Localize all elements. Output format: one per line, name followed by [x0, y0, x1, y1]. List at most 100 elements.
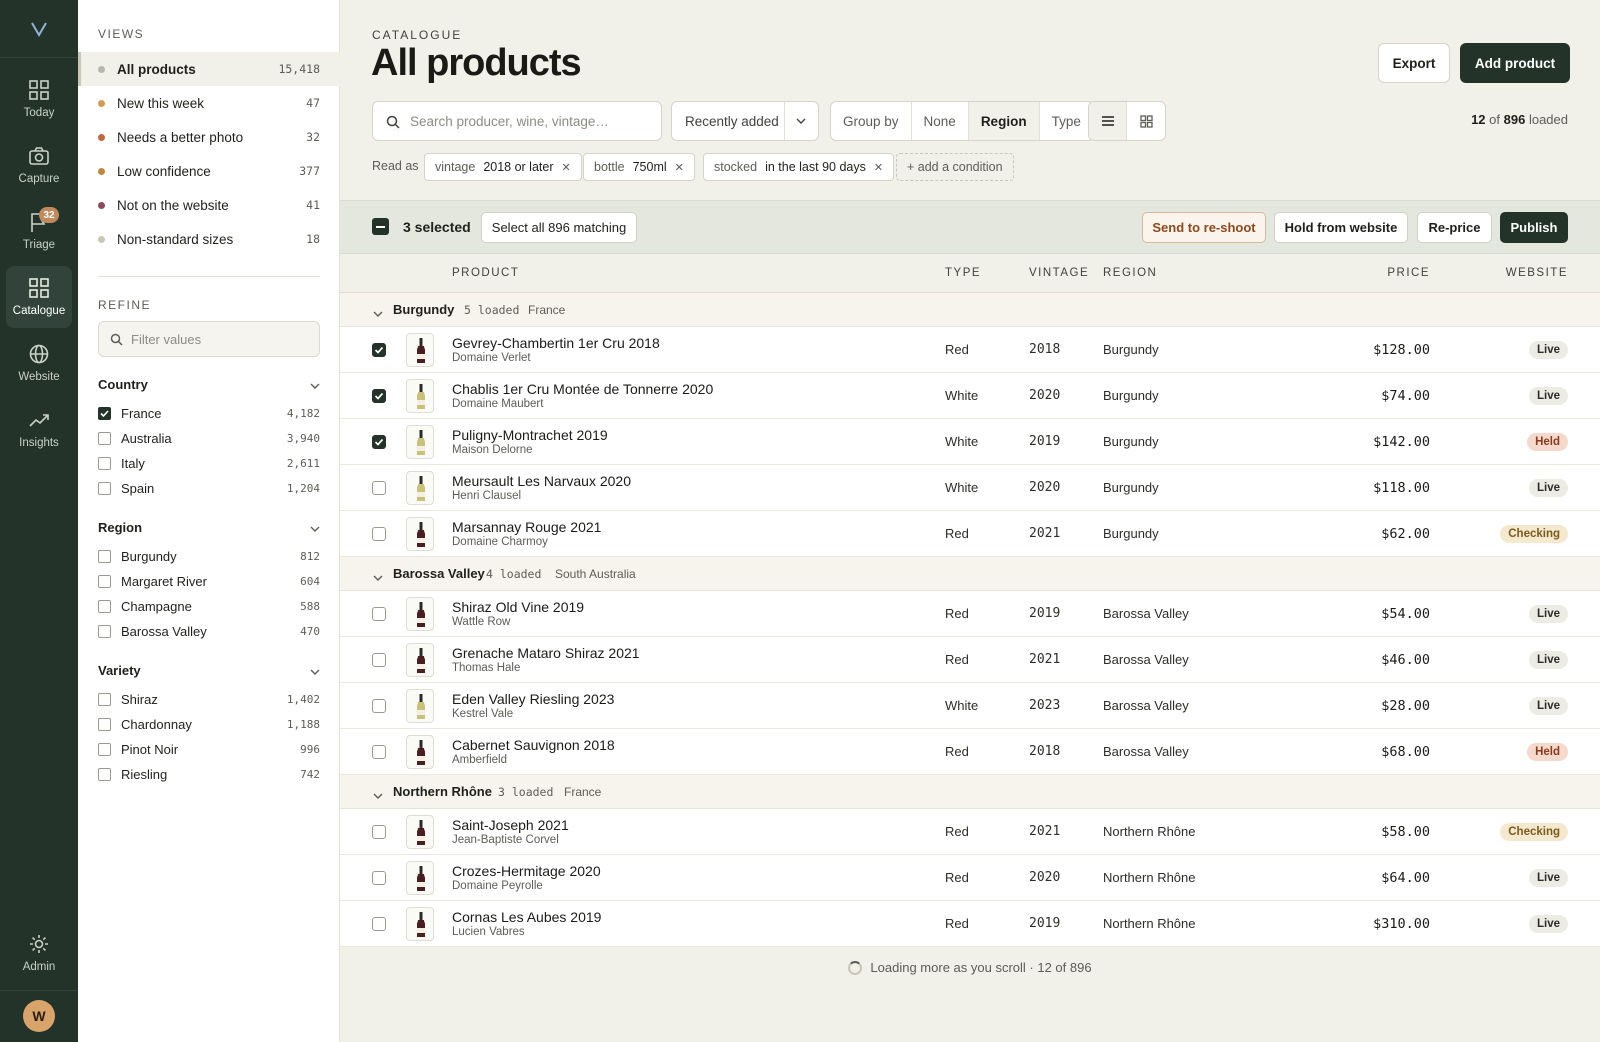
- facet-option-riesling[interactable]: Riesling 742: [98, 764, 320, 784]
- add-product-button[interactable]: Add product: [1460, 43, 1570, 83]
- table-row[interactable]: Meursault Les Narvaux 2020 Henri Clausel W…: [340, 465, 1600, 511]
- row-checkbox[interactable]: [372, 825, 386, 839]
- row-checkbox[interactable]: [372, 871, 386, 885]
- table-row[interactable]: Crozes-Hermitage 2020 Domaine Peyrolle Red…: [340, 855, 1600, 901]
- table-row[interactable]: Gevrey-Chambertin 1er Cru 2018 Domaine Ve…: [340, 327, 1600, 373]
- select-all-matching-button[interactable]: Select all 896 matching: [481, 212, 637, 243]
- chevron-down-icon[interactable]: [373, 787, 383, 802]
- close-icon[interactable]: ✕: [675, 161, 684, 174]
- facet-option-champagne[interactable]: Champagne 588: [98, 596, 320, 616]
- facet-country-header[interactable]: Country: [98, 377, 320, 392]
- row-checkbox[interactable]: [372, 653, 386, 667]
- product-name[interactable]: Chablis 1er Cru Montée de Tonnerre 2020: [452, 381, 713, 397]
- facet-option-italy[interactable]: Italy 2,611: [98, 453, 320, 473]
- checkbox[interactable]: [98, 456, 111, 470]
- view-not-on-website[interactable]: Not on the website 41: [78, 188, 340, 222]
- group-by-none[interactable]: None: [912, 102, 969, 140]
- row-checkbox[interactable]: [372, 481, 386, 495]
- group-header[interactable]: Barossa Valley 4 loaded South Australia: [340, 557, 1600, 591]
- facet-option-spain[interactable]: Spain 1,204: [98, 478, 320, 498]
- checkbox[interactable]: [98, 767, 111, 781]
- checkbox[interactable]: [98, 549, 111, 563]
- product-name[interactable]: Crozes-Hermitage 2020: [452, 863, 601, 879]
- nav-insights[interactable]: Insights: [6, 398, 72, 460]
- table-row[interactable]: Grenache Mataro Shiraz 2021 Thomas Hale Re…: [340, 637, 1600, 683]
- condition-chip-stocked[interactable]: stocked in the last 90 days ✕: [703, 153, 895, 181]
- select-all-checkbox[interactable]: [372, 218, 389, 235]
- facet-variety-header[interactable]: Variety: [98, 663, 320, 678]
- search-input[interactable]: Search producer, wine, vintage…: [372, 101, 662, 141]
- group-header[interactable]: Northern Rhône 3 loaded France: [340, 775, 1600, 809]
- product-name[interactable]: Cabernet Sauvignon 2018: [452, 737, 615, 753]
- row-checkbox[interactable]: [372, 917, 386, 931]
- sort-select[interactable]: Recently added: [671, 101, 819, 141]
- row-checkbox[interactable]: [372, 527, 386, 541]
- checkbox[interactable]: [98, 574, 111, 588]
- facet-option-shiraz[interactable]: Shiraz 1,402: [98, 689, 320, 709]
- checkbox[interactable]: [98, 717, 111, 731]
- checkbox[interactable]: [98, 599, 111, 613]
- table-row[interactable]: Eden Valley Riesling 2023 Kestrel Vale Whi…: [340, 683, 1600, 729]
- product-name[interactable]: Grenache Mataro Shiraz 2021: [452, 645, 640, 661]
- nav-today[interactable]: Today: [6, 68, 72, 130]
- view-low-confidence[interactable]: Low confidence 377: [78, 154, 340, 188]
- close-icon[interactable]: ✕: [562, 161, 571, 174]
- column-header-type[interactable]: TYPE: [945, 267, 981, 279]
- facet-option-australia[interactable]: Australia 3,940: [98, 428, 320, 448]
- list-view-icon[interactable]: [1089, 102, 1127, 140]
- facet-option-barossa-valley[interactable]: Barossa Valley 470: [98, 621, 320, 641]
- product-name[interactable]: Eden Valley Riesling 2023: [452, 691, 614, 707]
- product-name[interactable]: Saint-Joseph 2021: [452, 817, 569, 833]
- checkbox[interactable]: [98, 481, 111, 495]
- facet-option-france[interactable]: France 4,182: [98, 403, 320, 423]
- view-non-standard-sizes[interactable]: Non-standard sizes 18: [78, 222, 340, 256]
- column-header-website[interactable]: WEBSITE: [1506, 267, 1568, 279]
- view-new-this-week[interactable]: New this week 47: [78, 86, 340, 120]
- product-name[interactable]: Marsannay Rouge 2021: [452, 519, 601, 535]
- condition-chip-vintage[interactable]: vintage 2018 or later ✕: [424, 153, 582, 181]
- row-checkbox[interactable]: [372, 389, 386, 403]
- checkbox[interactable]: [98, 624, 111, 638]
- group-by-region[interactable]: Region: [968, 102, 1040, 140]
- product-name[interactable]: Meursault Les Narvaux 2020: [452, 473, 631, 489]
- checkbox[interactable]: [98, 742, 111, 756]
- row-checkbox[interactable]: [372, 343, 386, 357]
- table-row[interactable]: Marsannay Rouge 2021 Domaine Charmoy Red 20…: [340, 511, 1600, 557]
- table-row[interactable]: Cornas Les Aubes 2019 Lucien Vabres Red 201…: [340, 901, 1600, 947]
- nav-website[interactable]: Website: [6, 332, 72, 394]
- column-header-vintage[interactable]: VINTAGE: [1029, 267, 1089, 279]
- product-name[interactable]: Puligny-Montrachet 2019: [452, 427, 608, 443]
- row-checkbox[interactable]: [372, 745, 386, 759]
- reprice-button[interactable]: Re-price: [1417, 212, 1492, 243]
- app-logo[interactable]: [0, 0, 78, 58]
- condition-chip-bottle[interactable]: bottle 750ml ✕: [583, 153, 695, 181]
- table-row[interactable]: Cabernet Sauvignon 2018 Amberfield Red 2018…: [340, 729, 1600, 775]
- nav-admin[interactable]: Admin: [6, 922, 72, 984]
- column-header-region[interactable]: REGION: [1103, 267, 1157, 279]
- row-checkbox[interactable]: [372, 607, 386, 621]
- grid-view-icon[interactable]: [1127, 102, 1165, 140]
- facet-option-margaret-river[interactable]: Margaret River 604: [98, 571, 320, 591]
- table-row[interactable]: Puligny-Montrachet 2019 Maison Delorne Whi…: [340, 419, 1600, 465]
- nav-triage[interactable]: Triage: [6, 200, 72, 262]
- send-to-reshoot-button[interactable]: Send to re-shoot: [1142, 212, 1266, 243]
- group-header[interactable]: Burgundy 5 loaded France: [340, 293, 1600, 327]
- product-name[interactable]: Shiraz Old Vine 2019: [452, 599, 584, 615]
- hold-from-website-button[interactable]: Hold from website: [1274, 212, 1408, 243]
- nav-catalogue[interactable]: Catalogue: [6, 266, 72, 328]
- add-condition-button[interactable]: + add a condition: [896, 153, 1014, 181]
- chevron-down-icon[interactable]: [373, 569, 383, 584]
- checkbox[interactable]: [98, 692, 111, 706]
- view-all-products[interactable]: All products 15,418: [78, 52, 340, 86]
- filter-values-input[interactable]: Filter values: [98, 321, 320, 357]
- facet-option-chardonnay[interactable]: Chardonnay 1,188: [98, 714, 320, 734]
- close-icon[interactable]: ✕: [874, 161, 883, 174]
- row-checkbox[interactable]: [372, 435, 386, 449]
- facet-option-pinot-noir[interactable]: Pinot Noir 996: [98, 739, 320, 759]
- product-name[interactable]: Gevrey-Chambertin 1er Cru 2018: [452, 335, 660, 351]
- column-header-product[interactable]: PRODUCT: [452, 267, 519, 279]
- row-checkbox[interactable]: [372, 699, 386, 713]
- group-by-type[interactable]: Type: [1040, 102, 1093, 140]
- facet-option-burgundy[interactable]: Burgundy 812: [98, 546, 320, 566]
- table-row[interactable]: Shiraz Old Vine 2019 Wattle Row Red 2019 Bar…: [340, 591, 1600, 637]
